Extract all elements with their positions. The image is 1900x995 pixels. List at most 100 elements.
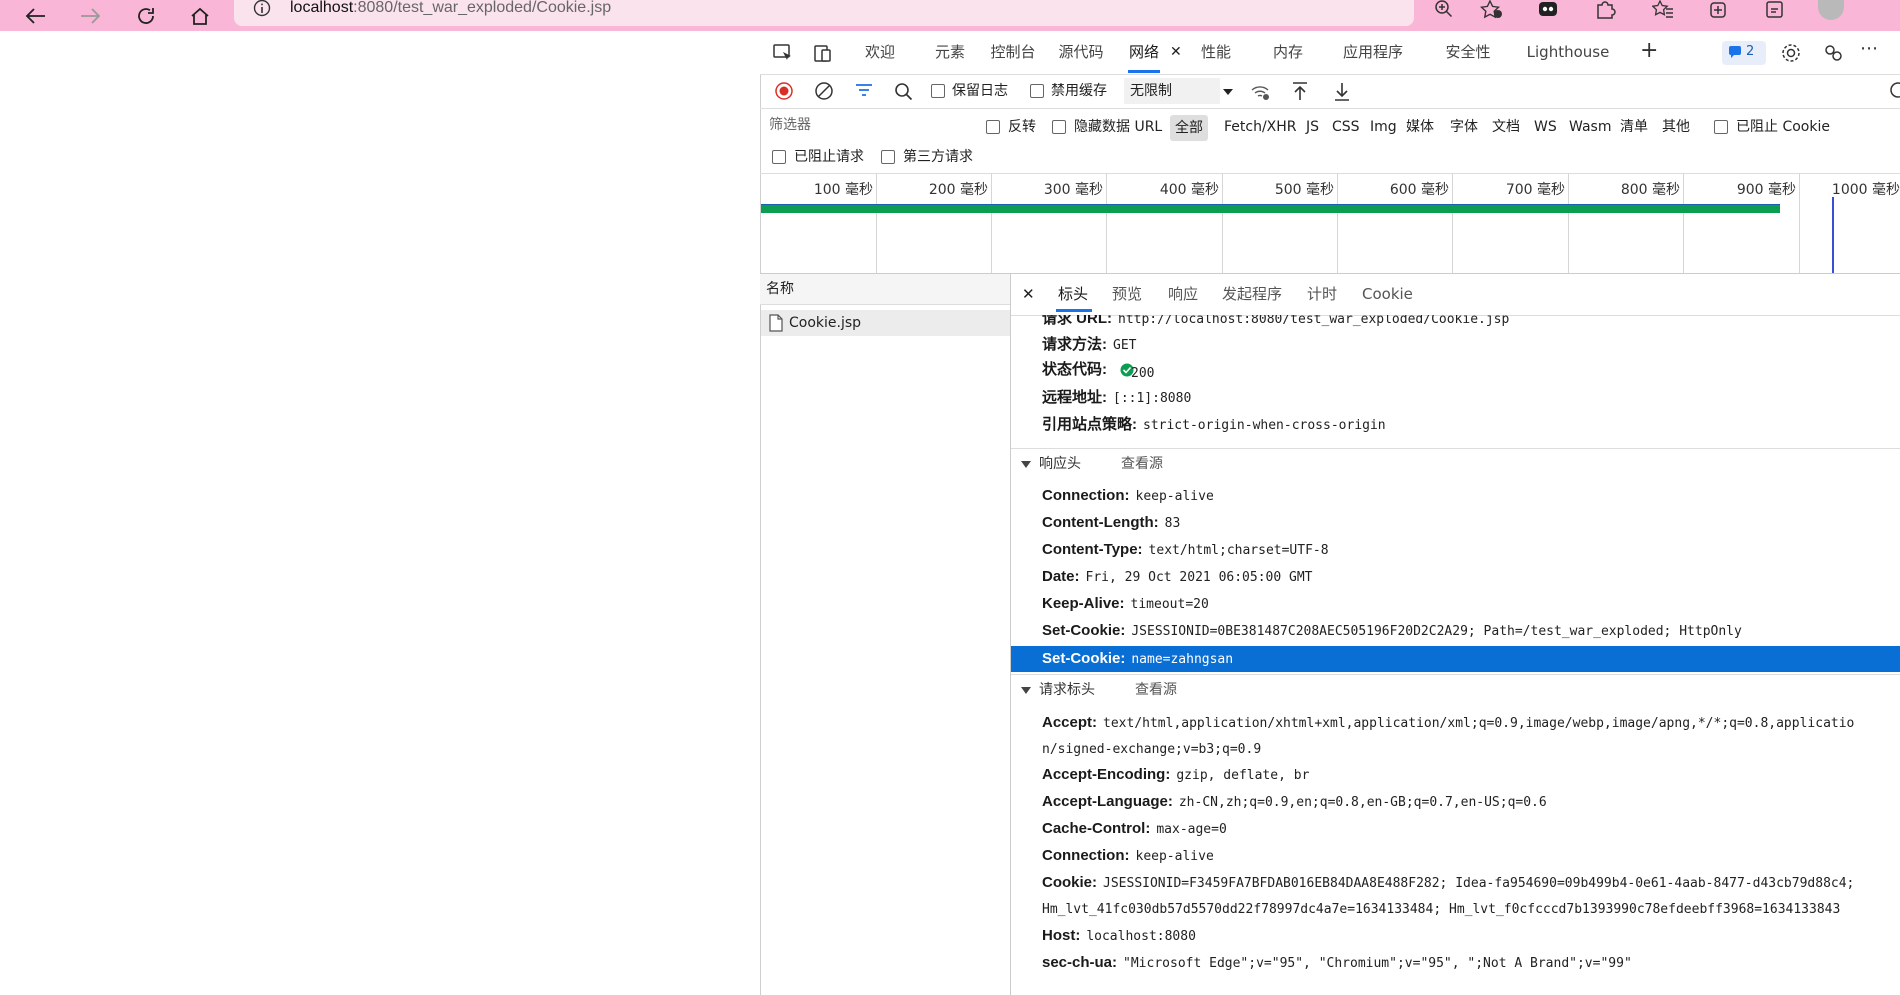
response-header-row: Connection: keep-alive [1042, 485, 1214, 507]
home-icon[interactable] [182, 0, 218, 31]
dropdown-arrow-icon[interactable] [1222, 86, 1234, 101]
browser-essentials-icon[interactable] [1764, 0, 1786, 24]
more-tabs-plus-icon[interactable]: + [1640, 38, 1658, 63]
invert-checkbox[interactable] [986, 120, 1000, 134]
request-list-header[interactable]: 名称 [760, 274, 1010, 305]
tab-console[interactable]: 控制台 [988, 31, 1038, 74]
collections-icon[interactable] [1708, 0, 1730, 24]
detail-tab-preview[interactable]: 预览 [1112, 274, 1142, 315]
selected-header-row[interactable]: Set-Cookie: name=zahngsan [1011, 646, 1900, 672]
type-filter-css[interactable]: CSS [1332, 117, 1360, 137]
throttle-select[interactable]: 无限制 [1124, 78, 1220, 104]
type-filter-js[interactable]: JS [1306, 117, 1319, 137]
record-icon[interactable] [774, 81, 794, 105]
network-conditions-icon[interactable] [1250, 82, 1272, 106]
favorite-add-icon[interactable] [1479, 0, 1504, 24]
type-filter-ws[interactable]: WS [1534, 117, 1557, 137]
disable-cache-checkbox[interactable] [1030, 84, 1044, 98]
request-row[interactable]: Cookie.jsp [761, 310, 1010, 336]
type-filter-wasm[interactable]: Wasm [1569, 117, 1611, 137]
header-key: 请求 URL: [1042, 315, 1112, 327]
blocked-requests-checkbox[interactable] [772, 150, 786, 164]
issues-badge[interactable]: 2 [1722, 41, 1766, 65]
header-value: JSESSIONID=F3459FA7BFDAB016EB84DAA8E488F… [1103, 876, 1855, 891]
blocked-requests-label: 已阻止请求 [794, 149, 864, 165]
type-filter-all[interactable]: 全部 [1170, 115, 1208, 141]
close-tab-icon[interactable]: ✕ [1170, 44, 1182, 60]
clear-icon[interactable] [814, 81, 834, 105]
timeline-tick-label: 700 毫秒 [1505, 182, 1565, 198]
invert-label: 反转 [1008, 119, 1036, 135]
request-headers-section-header[interactable]: 请求标头 查看源 [1011, 674, 1900, 703]
puzzle-icon[interactable] [1594, 0, 1616, 24]
site-info-icon[interactable] [252, 0, 272, 18]
tab-security[interactable]: 安全性 [1442, 31, 1494, 74]
zoom-icon[interactable] [1434, 0, 1454, 22]
timeline-tick [1452, 173, 1453, 273]
timeline-tick-label: 600 毫秒 [1389, 182, 1449, 198]
import-har-icon[interactable] [1290, 80, 1310, 106]
type-filter-font[interactable]: 字体 [1450, 117, 1478, 137]
preserve-log-checkbox[interactable] [931, 84, 945, 98]
tab-performance[interactable]: 性能 [1198, 31, 1234, 74]
type-filter-fetch-xhr[interactable]: Fetch/XHR [1224, 117, 1297, 137]
type-filter-doc[interactable]: 文档 [1492, 117, 1520, 137]
headers-scroll-area[interactable]: 请求 URL: http://localhost:8080/test_war_ex… [1011, 315, 1900, 995]
timeline-tick-label: 500 毫秒 [1274, 182, 1334, 198]
tab-welcome[interactable]: 欢迎 [858, 31, 902, 74]
header-key: 引用站点策略: [1042, 416, 1137, 433]
close-detail-icon[interactable]: ✕ [1022, 285, 1035, 303]
request-headers-title: 请求标头 [1039, 682, 1095, 698]
timeline-tick-label: 300 毫秒 [1043, 182, 1103, 198]
header-key: 远程地址: [1042, 389, 1107, 406]
favorites-icon[interactable] [1651, 0, 1674, 24]
forward-icon[interactable] [72, 0, 108, 31]
tab-application[interactable]: 应用程序 [1340, 31, 1406, 74]
back-icon[interactable] [18, 0, 54, 31]
filter-icon[interactable] [854, 83, 874, 103]
tab-sources[interactable]: 源代码 [1056, 31, 1106, 74]
header-value: timeout=20 [1130, 597, 1209, 612]
hide-data-url-checkbox[interactable] [1052, 120, 1066, 134]
device-toolbar-icon[interactable] [812, 42, 834, 68]
header-value: GET [1113, 338, 1137, 353]
export-har-icon[interactable] [1332, 80, 1352, 106]
settings-gear-icon[interactable] [1780, 42, 1802, 68]
type-filter-media[interactable]: 媒体 [1406, 117, 1434, 137]
detail-tab-initiator[interactable]: 发起程序 [1222, 274, 1282, 315]
header-key: Cache-Control: [1042, 820, 1151, 837]
detail-tab-timing[interactable]: 计时 [1307, 274, 1337, 315]
type-filter-manifest[interactable]: 清单 [1620, 117, 1648, 137]
refresh-icon[interactable] [128, 0, 164, 31]
response-headers-section-header[interactable]: 响应头 查看源 [1011, 448, 1900, 477]
detail-tab-response[interactable]: 响应 [1168, 274, 1198, 315]
search-icon[interactable] [894, 82, 914, 106]
view-source-link[interactable]: 查看源 [1135, 679, 1177, 699]
network-settings-gear-icon[interactable] [1888, 80, 1900, 104]
more-options-icon[interactable]: ⋯ [1860, 38, 1878, 59]
third-party-checkbox[interactable] [881, 150, 895, 164]
type-filter-other[interactable]: 其他 [1662, 117, 1690, 137]
url-text[interactable]: localhost:8080/test_war_exploded/Cookie.… [290, 0, 611, 22]
request-header-row: Connection: keep-alive [1042, 845, 1214, 867]
filter-input[interactable]: 筛选器 [764, 113, 970, 137]
feedback-icon[interactable] [1822, 42, 1844, 68]
tab-lighthouse[interactable]: Lighthouse [1526, 31, 1610, 74]
detail-tab-cookies[interactable]: Cookie [1362, 274, 1413, 315]
tab-elements[interactable]: 元素 [928, 31, 972, 74]
tab-network[interactable]: 网络 [1126, 31, 1162, 74]
request-name: Cookie.jsp [789, 315, 862, 331]
extension-icon[interactable] [1536, 0, 1560, 24]
tab-memory[interactable]: 内存 [1270, 31, 1306, 74]
type-filter-img[interactable]: Img [1370, 117, 1397, 137]
header-key: Date: [1042, 568, 1080, 585]
blocked-cookies-checkbox[interactable] [1714, 120, 1728, 134]
view-source-link[interactable]: 查看源 [1121, 453, 1163, 473]
header-value: JSESSIONID=0BE381487C208AEC505196F20D2C2… [1131, 624, 1742, 639]
timeline-tick [1568, 173, 1569, 273]
header-value: keep-alive [1135, 489, 1214, 504]
response-header-row: Set-Cookie: name=zahngsan [1042, 648, 1233, 670]
inspect-icon[interactable] [772, 42, 794, 68]
url-path: :8080/test_war_exploded/Cookie.jsp [353, 0, 612, 16]
header-key: Connection: [1042, 847, 1130, 864]
